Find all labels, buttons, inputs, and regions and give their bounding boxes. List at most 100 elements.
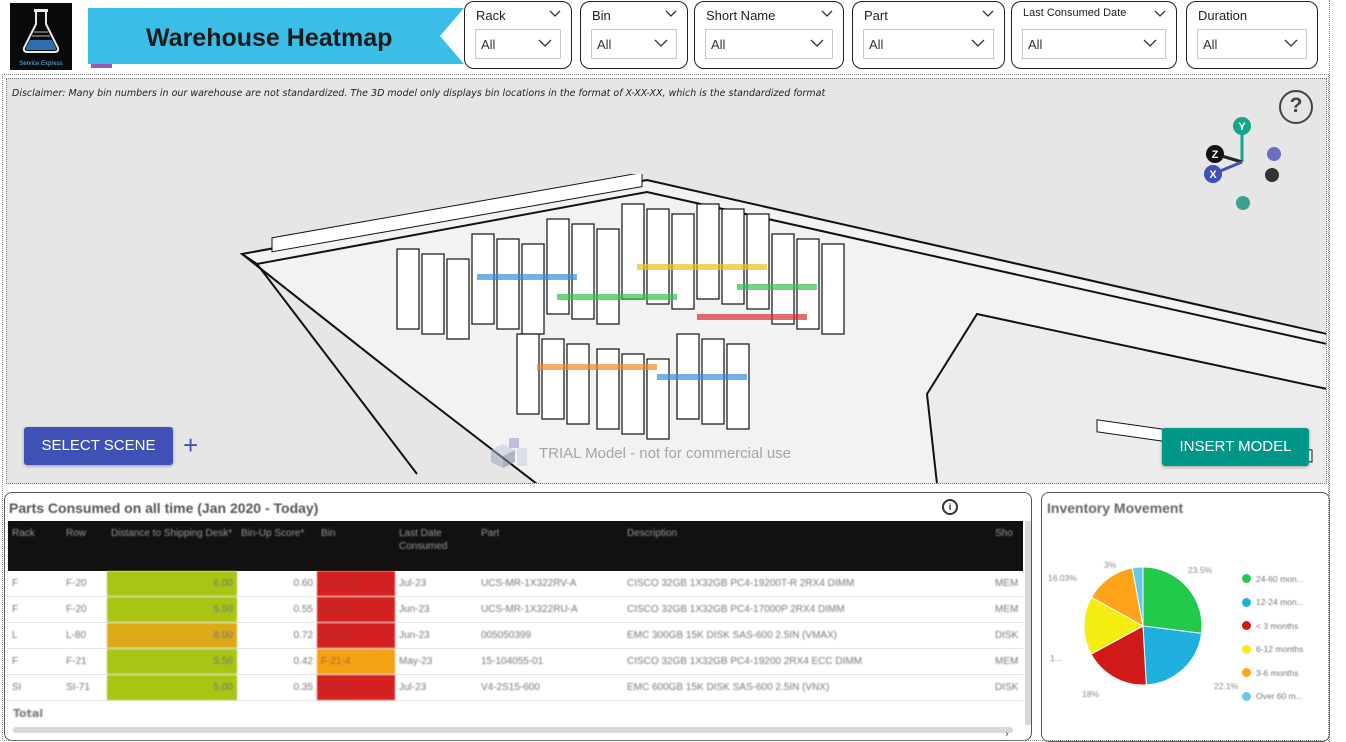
page-title: Warehouse Heatmap	[146, 24, 393, 52]
table-row[interactable]: L L-80 8.00 0.72 L-80-11 Jun-23 00505039…	[8, 623, 1023, 649]
table-row[interactable]: F F-20 6.00 0.60 F-20-12 Jul-23 UCS-MR-1…	[8, 571, 1023, 597]
info-icon[interactable]: i	[942, 499, 958, 515]
select-scene-button[interactable]: SELECT SCENE	[24, 427, 173, 465]
cell-description: CISCO 32GB 1X32GB PC4-19200T-R 2RX4 DIMM	[627, 578, 855, 589]
cell-bin: F-20-11	[317, 597, 395, 622]
last-consumed-date-dropdown[interactable]: All	[1022, 29, 1166, 59]
column-header[interactable]: Bin-Up Score*	[237, 521, 317, 571]
cell-rack: F	[12, 604, 19, 615]
column-header[interactable]: Bin	[317, 521, 395, 571]
part-slicer[interactable]: Part All	[852, 1, 1005, 69]
total-row: Total	[13, 707, 44, 720]
cell-description: EMC 600GB 15K DISK SAS-600 2.5IN (VNX)	[627, 682, 830, 693]
chevron-down-icon[interactable]	[821, 10, 833, 18]
cell-rack: SI	[12, 682, 22, 693]
slicer-label: Short Name	[706, 8, 776, 23]
column-header[interactable]: Last Date Consumed	[395, 521, 477, 571]
trial-text: TRIAL Model - not for commercial use	[539, 444, 792, 462]
legend-label: 3-6 months	[1256, 667, 1299, 678]
scroll-right-icon[interactable]: ›	[1005, 729, 1009, 740]
rack-dropdown[interactable]: All	[475, 29, 561, 59]
inventory-movement-chart[interactable]: Inventory Movement 23.5% 22.1% 18% 16.03…	[1041, 492, 1330, 742]
part-dropdown[interactable]: All	[863, 29, 994, 59]
table-row[interactable]: F F-21 5.50 0.42 F-21-4 May-23 15-104055…	[8, 649, 1023, 675]
legend-item[interactable]: Over 60 m...	[1242, 685, 1304, 709]
chevron-down-icon[interactable]	[549, 10, 561, 18]
cell-score: 0.55	[293, 604, 313, 615]
cell-short: DISK	[995, 630, 1019, 641]
title-banner: Warehouse Heatmap	[78, 6, 464, 68]
parts-consumed-table[interactable]: Parts Consumed on all time (Jan 2020 - T…	[4, 492, 1032, 741]
rack-slicer[interactable]: Rack All	[464, 1, 572, 69]
pie-slice-24-60-mon[interactable]	[1142, 566, 1203, 634]
cell-score: 0.35	[293, 682, 313, 693]
pie-chart[interactable]	[1042, 493, 1242, 742]
legend-label: 24-60 mon...	[1256, 573, 1304, 584]
legend-item[interactable]: 12-24 mon...	[1242, 591, 1304, 615]
pie-slice-12-24-mon[interactable]	[1142, 625, 1203, 686]
bin-dropdown[interactable]: All	[591, 29, 677, 59]
table-row[interactable]: F F-20 5.50 0.55 F-20-11 Jun-23 UCS-MR-1…	[8, 597, 1023, 623]
data-label: 23.5%	[1188, 565, 1213, 575]
cell-row: SI-71	[66, 682, 90, 693]
chevron-down-icon	[971, 39, 985, 47]
column-header[interactable]: Distance to Shipping Desk*	[107, 521, 237, 571]
cell-score: 0.72	[293, 630, 313, 641]
legend-label: 6-12 months	[1256, 644, 1304, 655]
data-label: 16.03%	[1048, 573, 1077, 583]
duration-dropdown[interactable]: All	[1197, 29, 1307, 59]
warehouse-3d-viewport[interactable]: Disclaimer: Many bin numbers in our ware…	[6, 78, 1327, 484]
cell-part: UCS-MR-1X322RU-A	[481, 604, 578, 615]
table-grid: Rack Row Distance to Shipping Desk* Bin-…	[8, 521, 1023, 727]
cell-date: Jul-23	[399, 578, 427, 589]
insert-model-button[interactable]: INSERT MODEL	[1162, 428, 1309, 466]
bin-slicer[interactable]: Bin All	[580, 1, 688, 69]
slicer-value: All	[711, 37, 726, 52]
legend-swatch	[1242, 597, 1251, 607]
table-header: Rack Row Distance to Shipping Desk* Bin-…	[8, 521, 1023, 571]
neg-x-axis-handle[interactable]	[1267, 147, 1281, 161]
column-header[interactable]: Rack	[8, 521, 62, 571]
table-row[interactable]: SI SI-71 5.00 0.35 SI-71-2 Jul-23 V4-2S1…	[8, 675, 1023, 701]
cell-row: F-21	[66, 656, 87, 667]
cell-short: DISK	[995, 682, 1019, 693]
cell-score: 0.42	[293, 656, 313, 667]
column-header[interactable]: Sho	[991, 521, 1023, 571]
vertical-scrollbar[interactable]	[1025, 521, 1031, 725]
add-scene-button[interactable]: +	[183, 431, 198, 459]
short-name-dropdown[interactable]: All	[705, 29, 833, 59]
cell-part: 005050399	[481, 630, 532, 641]
legend-item[interactable]: 3-6 months	[1242, 661, 1304, 685]
last-consumed-date-slicer[interactable]: Last Consumed Date All	[1011, 1, 1177, 69]
column-header[interactable]: Part	[477, 521, 623, 571]
cell-bin: L-80-11	[317, 623, 395, 648]
cell-description: CISCO 32GB 1X32GB PC4-19200 2RX4 ECC DIM…	[627, 656, 863, 667]
cell-date: Jun-23	[399, 604, 430, 615]
data-label: 1...	[1050, 653, 1062, 663]
legend-swatch	[1242, 668, 1251, 678]
legend-item[interactable]: 6-12 months	[1242, 638, 1304, 662]
short-name-slicer[interactable]: Short Name All	[694, 1, 844, 69]
slicer-value: All	[1203, 37, 1218, 52]
duration-slicer[interactable]: Duration All	[1186, 1, 1318, 69]
data-label: 22.1%	[1214, 681, 1239, 691]
chevron-down-icon	[1143, 39, 1157, 47]
column-header[interactable]: Description	[623, 521, 991, 571]
slicer-label: Rack	[476, 8, 506, 23]
chevron-down-icon[interactable]	[982, 10, 994, 18]
chevron-down-icon[interactable]	[1154, 10, 1166, 18]
cell-description: EMC 300GB 15K DISK SAS-600 2.5IN (VMAX)	[627, 630, 838, 641]
legend-swatch	[1242, 574, 1251, 584]
flask-icon	[22, 9, 60, 53]
cube-icon	[491, 438, 527, 468]
column-header[interactable]: Row	[62, 521, 107, 571]
table-title: Parts Consumed on all time (Jan 2020 - T…	[9, 500, 319, 516]
chevron-down-icon[interactable]	[665, 10, 677, 18]
legend-item[interactable]: 24-60 mon...	[1242, 567, 1304, 591]
legend-label: Over 60 m...	[1256, 691, 1303, 702]
legend-item[interactable]: < 3 months	[1242, 614, 1304, 638]
horizontal-scrollbar[interactable]	[13, 727, 1013, 733]
slicer-value: All	[481, 37, 496, 52]
slicer-label: Last Consumed Date	[1023, 7, 1127, 19]
chevron-down-icon	[654, 39, 668, 47]
